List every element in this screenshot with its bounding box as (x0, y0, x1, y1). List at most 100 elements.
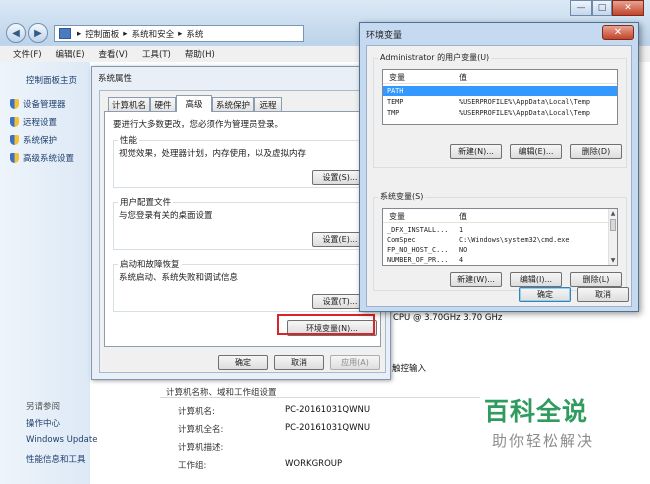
cancel-button[interactable]: 取消 (274, 355, 324, 370)
list-header: 变量 值 (383, 209, 617, 223)
close-icon[interactable]: ✕ (602, 25, 634, 40)
group-title: Administrator 的用户变量(U) (378, 52, 492, 63)
tab-hardware[interactable]: 硬件 (150, 97, 176, 111)
watermark-title: 百科全说 (484, 397, 589, 426)
info-label: 工作组: (178, 461, 207, 471)
group-title: 性能 (118, 134, 140, 146)
sidebar-home-link[interactable]: 控制面板主页 (26, 74, 77, 86)
list-row[interactable]: NUMBER_OF_PR... 4 (383, 255, 617, 265)
user-edit-button[interactable]: 编辑(E)... (510, 144, 562, 159)
list-row[interactable]: PATH (383, 86, 617, 96)
back-arrow-icon[interactable]: ◀ (6, 23, 26, 43)
column-header[interactable]: 变量 (389, 211, 405, 222)
forward-arrow-icon[interactable]: ▶ (28, 23, 48, 43)
menu-file[interactable]: 文件(F) (13, 48, 42, 60)
breadcrumb-item[interactable]: 系统 (186, 28, 203, 40)
cpu-info: CPU @ 3.70GHz 3.70 GHz (393, 313, 503, 323)
shield-icon (10, 135, 19, 145)
sidebar-item-protection[interactable]: 系统保护 (10, 134, 57, 146)
apply-button[interactable]: 应用(A) (330, 355, 380, 370)
user-delete-button[interactable]: 删除(D) (570, 144, 622, 159)
ok-button[interactable]: 确定 (218, 355, 268, 370)
user-new-button[interactable]: 新建(N)... (450, 144, 502, 159)
list-header: 变量 值 (383, 70, 617, 84)
info-value: PC-20161031QWNU (285, 405, 371, 415)
divider (160, 397, 480, 398)
breadcrumb-item[interactable]: 控制面板 (85, 28, 119, 40)
column-header[interactable]: 值 (459, 72, 467, 83)
menu-tools[interactable]: 工具(T) (142, 48, 171, 60)
address-bar[interactable]: ▸ 控制面板 ▸ 系统和安全 ▸ 系统 (54, 25, 304, 42)
info-value: WORKGROUP (285, 459, 343, 469)
user-variables-list[interactable]: 变量 值 PATH TEMP %USERPROFILE%\AppData\Loc… (382, 69, 618, 125)
group-desc: 系统启动、系统失败和调试信息 (119, 273, 239, 283)
dialog-body: Administrator 的用户变量(U) 变量 值 PATH TEMP %U… (366, 45, 632, 307)
group-title: 系统变量(S) (378, 191, 426, 202)
var-value: %USERPROFILE%\AppData\Local\Temp (459, 98, 590, 106)
system-variables-list[interactable]: 变量 值 _DFX_INSTALL... 1 ComSpec C:\Window… (382, 208, 618, 266)
info-label: 计算机名: (178, 407, 215, 417)
var-name: TEMP (387, 98, 404, 106)
menu-view[interactable]: 查看(V) (99, 48, 128, 60)
tab-computer-name[interactable]: 计算机名 (108, 97, 150, 111)
environment-variables-dialog: 环境变量 ✕ Administrator 的用户变量(U) 变量 值 PATH … (359, 22, 639, 312)
sidebar-item-label: 远程设置 (23, 118, 58, 128)
sidebar-item-advanced[interactable]: 高级系统设置 (10, 152, 74, 164)
ok-button[interactable]: 确定 (519, 287, 571, 302)
sidebar-item-label: 系统保护 (23, 136, 58, 146)
info-label: 计算机全名: (178, 425, 224, 435)
list-row[interactable]: FP_NO_HOST_C... NO (383, 245, 617, 255)
scroll-up-icon[interactable]: ▲ (609, 209, 617, 218)
tab-pane-advanced: 要进行大多数更改，您必须作为管理员登录。 性能 视觉效果，处理器计划，内存使用，… (104, 111, 381, 347)
highlight-box (277, 314, 375, 335)
column-header[interactable]: 值 (459, 211, 467, 222)
sidebar-item-device-manager[interactable]: 设备管理器 (10, 98, 66, 110)
performance-group: 性能 视觉效果，处理器计划，内存使用，以及虚拟内存 设置(S)... (113, 134, 374, 188)
cancel-button[interactable]: 取消 (577, 287, 629, 302)
minimize-icon[interactable]: — (570, 0, 592, 16)
list-row[interactable]: _DFX_INSTALL... 1 (383, 225, 617, 235)
shield-icon (10, 99, 19, 109)
var-name: ComSpec (387, 236, 416, 244)
system-delete-button[interactable]: 删除(L) (570, 272, 622, 287)
link-action-center[interactable]: 操作中心 (26, 417, 60, 429)
user-profile-group: 用户配置文件 与您登录有关的桌面设置 设置(E)... (113, 196, 374, 250)
system-new-button[interactable]: 新建(W)... (450, 272, 502, 287)
list-row[interactable]: TMP %USERPROFILE%\AppData\Local\Temp (383, 108, 617, 118)
user-variables-group: Administrator 的用户变量(U) 变量 值 PATH TEMP %U… (373, 52, 627, 168)
column-header[interactable]: 变量 (389, 72, 405, 83)
tab-system-protection[interactable]: 系统保护 (212, 97, 254, 111)
dialog-title: 系统属性 (98, 74, 133, 84)
breadcrumb-separator-icon: ▸ (178, 28, 183, 39)
link-windows-update[interactable]: Windows Update (26, 435, 97, 445)
list-row[interactable]: ComSpec C:\Windows\system32\cmd.exe (383, 235, 617, 245)
breadcrumb-item[interactable]: 系统和安全 (132, 28, 175, 40)
tab-advanced[interactable]: 高级 (176, 95, 212, 112)
info-label: 计算机描述: (178, 443, 224, 453)
dialog-title: 环境变量 (366, 31, 403, 41)
sidebar-item-remote[interactable]: 远程设置 (10, 116, 57, 128)
sidebar-item-label: 高级系统设置 (23, 154, 75, 164)
var-value: %USERPROFILE%\AppData\Local\Temp (459, 109, 590, 117)
link-performance[interactable]: 性能信息和工具 (26, 453, 86, 465)
close-icon[interactable]: ✕ (612, 0, 644, 16)
scrollbar[interactable]: ▲ ▼ (608, 209, 617, 265)
list-row[interactable]: TEMP %USERPROFILE%\AppData\Local\Temp (383, 97, 617, 107)
maximize-icon[interactable]: □ (592, 0, 612, 16)
shield-icon (10, 117, 19, 127)
touch-input-info: 触控输入 (392, 364, 427, 374)
watermark-subtitle: 助你轻松解决 (492, 432, 595, 450)
shield-icon (10, 153, 19, 163)
scroll-down-icon[interactable]: ▼ (609, 256, 617, 265)
menu-help[interactable]: 帮助(H) (185, 48, 215, 60)
scroll-thumb[interactable] (610, 219, 616, 231)
var-value: 4 (459, 256, 464, 264)
info-value: PC-20161031QWNU (285, 423, 371, 433)
var-name: FP_NO_HOST_C... (387, 246, 449, 254)
group-title: 用户配置文件 (118, 196, 174, 208)
tab-remote[interactable]: 远程 (254, 97, 282, 111)
startup-recovery-group: 启动和故障恢复 系统启动、系统失败和调试信息 设置(T)... (113, 258, 374, 312)
menu-edit[interactable]: 编辑(E) (56, 48, 85, 60)
var-name: TMP (387, 109, 400, 117)
system-edit-button[interactable]: 编辑(I)... (510, 272, 562, 287)
